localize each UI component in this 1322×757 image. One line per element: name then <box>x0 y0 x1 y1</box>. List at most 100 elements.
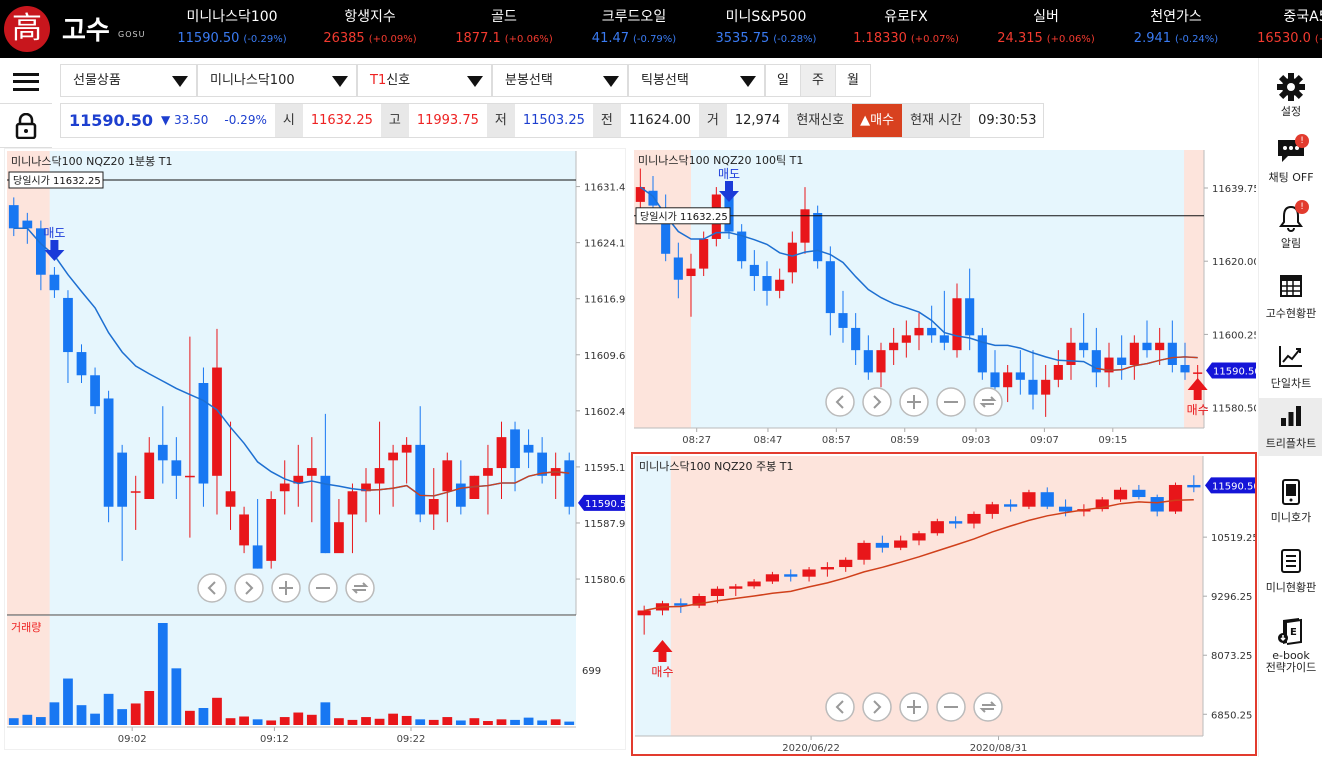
ticker-item[interactable]: 미니S&P500 3535.75 (-0.28%) <box>696 6 836 51</box>
ticker-item[interactable]: 실버 24.315 (+0.06%) <box>976 6 1116 51</box>
volume-bar <box>347 719 358 725</box>
ticker-price-row: 2.941 (-0.24%) <box>1106 28 1246 51</box>
current-price: 11590.50 <box>69 111 154 130</box>
sidebar-item-chat[interactable]: ! 채팅 OFF <box>1259 132 1322 192</box>
last-price-label: 11590.50 <box>1213 367 1256 378</box>
reset-button[interactable] <box>973 692 1003 722</box>
ticker-name: 미니나스닥100 <box>186 9 278 25</box>
zoom-in-button[interactable] <box>271 573 301 603</box>
ticker-item[interactable]: 미니나스닥100 11590.50 (-0.29%) <box>162 6 302 51</box>
zoom-out-button[interactable] <box>936 387 966 417</box>
volume-bar <box>428 719 439 725</box>
nav-right-button[interactable] <box>862 692 892 722</box>
sidebar-item-gear[interactable]: 설정 <box>1259 66 1322 122</box>
lock-button[interactable] <box>0 104 52 148</box>
open-label: 시 <box>274 104 303 137</box>
chart-title: 미니나스닥100 NQZ20 1분봉 T1 <box>11 155 172 168</box>
sidebar-item-ebook[interactable]: Ee-book 전략가이드 <box>1259 610 1322 680</box>
nav-right-button[interactable] <box>234 573 264 603</box>
y-tick-label: 11587.90 <box>584 519 625 530</box>
select-5[interactable]: 틱봉선택 <box>628 64 765 97</box>
volume-bar <box>239 716 249 725</box>
price-change-pct: -0.29% <box>224 113 267 127</box>
menu-button[interactable] <box>0 60 52 104</box>
volume-bar <box>279 717 290 725</box>
x-tick-label: 08:57 <box>822 435 851 446</box>
sidebar-item-calendar-grid[interactable]: 고수현황판 <box>1259 268 1322 328</box>
notification-badge: ! <box>1295 134 1309 148</box>
ticker-item[interactable]: 크루드오일 41.47 (-0.79%) <box>564 6 704 51</box>
ticker-change: (-0.79%) <box>633 34 677 45</box>
ticker-change: (+0.06%) <box>504 34 553 45</box>
select-prefix: T1 <box>370 73 387 88</box>
zoom-out-button[interactable] <box>936 692 966 722</box>
select-3[interactable]: T1신호 <box>357 64 492 97</box>
low-value: 11503.25 <box>522 113 585 128</box>
ticker-price: 1.18330 <box>853 31 907 46</box>
nav-right-button[interactable] <box>862 387 892 417</box>
ticker-name: 항생지수 <box>344 9 396 25</box>
x-tick-label: 08:59 <box>890 435 919 446</box>
chart-weekly-panel[interactable]: 10519.25 9296.25 8073.25 6850.25 11590.50 202… <box>631 452 1257 756</box>
nav-left-button[interactable] <box>825 692 855 722</box>
volume-bg <box>7 616 576 725</box>
ticker-item[interactable]: 천연가스 2.941 (-0.24%) <box>1106 6 1246 51</box>
nav-left-button[interactable] <box>825 387 855 417</box>
ticker-change: (-0.29%) <box>243 34 287 45</box>
select-1[interactable]: 선물상품 <box>60 64 197 97</box>
sidebar-item-bar-chart[interactable]: 트리플차트 <box>1259 398 1322 456</box>
ticker-price-row: 3535.75 (-0.28%) <box>696 28 836 51</box>
last-price-label: 11590.50 <box>1212 481 1255 492</box>
chevron-down-icon <box>172 76 188 87</box>
bar-chart-icon <box>1275 404 1307 434</box>
chart-100tick-panel[interactable]: 당일시가 11632.25 11639.75 11620.00 11600.25 115… <box>632 148 1256 448</box>
period-tab-1[interactable]: 일 <box>765 64 801 97</box>
sidebar-item-phone[interactable]: 미니호가 <box>1259 472 1322 532</box>
open-value: 11632.25 <box>310 113 373 128</box>
ticker-item[interactable]: 골드 1877.1 (+0.06%) <box>434 6 574 51</box>
volume-bar <box>401 715 412 725</box>
volume-bar <box>22 714 33 725</box>
candle <box>930 518 944 536</box>
ticker-item[interactable]: 유로FX 1.18330 (+0.07%) <box>836 6 976 51</box>
gosu-logo-text: 고수 <box>62 16 110 46</box>
sidebar-item-label: 알림 <box>1280 237 1302 250</box>
sidebar-item-label: 미니호가 <box>1270 511 1312 524</box>
nav-left-button[interactable] <box>197 573 227 603</box>
volume-bar <box>266 720 277 725</box>
period-tab-3[interactable]: 월 <box>835 64 871 97</box>
x-tick-label: 09:15 <box>1098 435 1127 446</box>
ticker-price-row: 1877.1 (+0.06%) <box>434 28 574 51</box>
volume-bar <box>144 691 155 725</box>
ticker-price: 41.47 <box>591 31 630 46</box>
sidebar-item-line-chart[interactable]: 단일차트 <box>1259 338 1322 390</box>
select-2[interactable]: 미니나스닥100 <box>197 64 357 97</box>
ticker-price: 3535.75 <box>715 31 770 46</box>
chart-1min-panel[interactable]: 당일시가 11632.25 11631.40 11624.15 11616.90 116… <box>4 148 626 750</box>
ticker-price: 11590.50 <box>177 31 240 46</box>
sidebar-item-list-board[interactable]: 미니현황판 <box>1259 542 1322 602</box>
volume-bar <box>35 717 46 725</box>
ticker-price-row: 24.315 (+0.06%) <box>976 28 1116 51</box>
zoom-out-button[interactable] <box>308 573 338 603</box>
reset-button[interactable] <box>345 573 375 603</box>
y-tick-label: 11580.65 <box>584 575 625 586</box>
ebook-icon: E <box>1275 616 1307 646</box>
ticker-price-row: 1.18330 (+0.07%) <box>836 28 976 51</box>
ticker-item[interactable]: 중국A50 16530.0(+0.03%) <box>1240 6 1322 51</box>
chart-svg: 10519.25 9296.25 8073.25 6850.25 11590.50 202… <box>635 456 1255 754</box>
select-4[interactable]: 분봉선택 <box>492 64 628 97</box>
prev-close-label: 전 <box>592 104 621 137</box>
ticker-item[interactable]: 항생지수 26385 (+0.09%) <box>300 6 440 51</box>
zoom-in-button[interactable] <box>899 387 929 417</box>
zoom-in-button[interactable] <box>899 692 929 722</box>
reset-button[interactable] <box>973 387 1003 417</box>
y-tick-label: 11624.15 <box>584 239 625 250</box>
x-tick-label: 09:12 <box>260 734 289 745</box>
high-value: 11993.75 <box>416 113 479 128</box>
volume-bar <box>496 719 507 725</box>
period-tab-2[interactable]: 주 <box>800 64 836 97</box>
ticker-bar: 高 고수 GOSU 미니나스닥100 11590.50 (-0.29%) 항생지수 26… <box>0 0 1322 58</box>
candle <box>1022 489 1036 510</box>
sidebar-item-bell[interactable]: ! 알림 <box>1259 198 1322 258</box>
